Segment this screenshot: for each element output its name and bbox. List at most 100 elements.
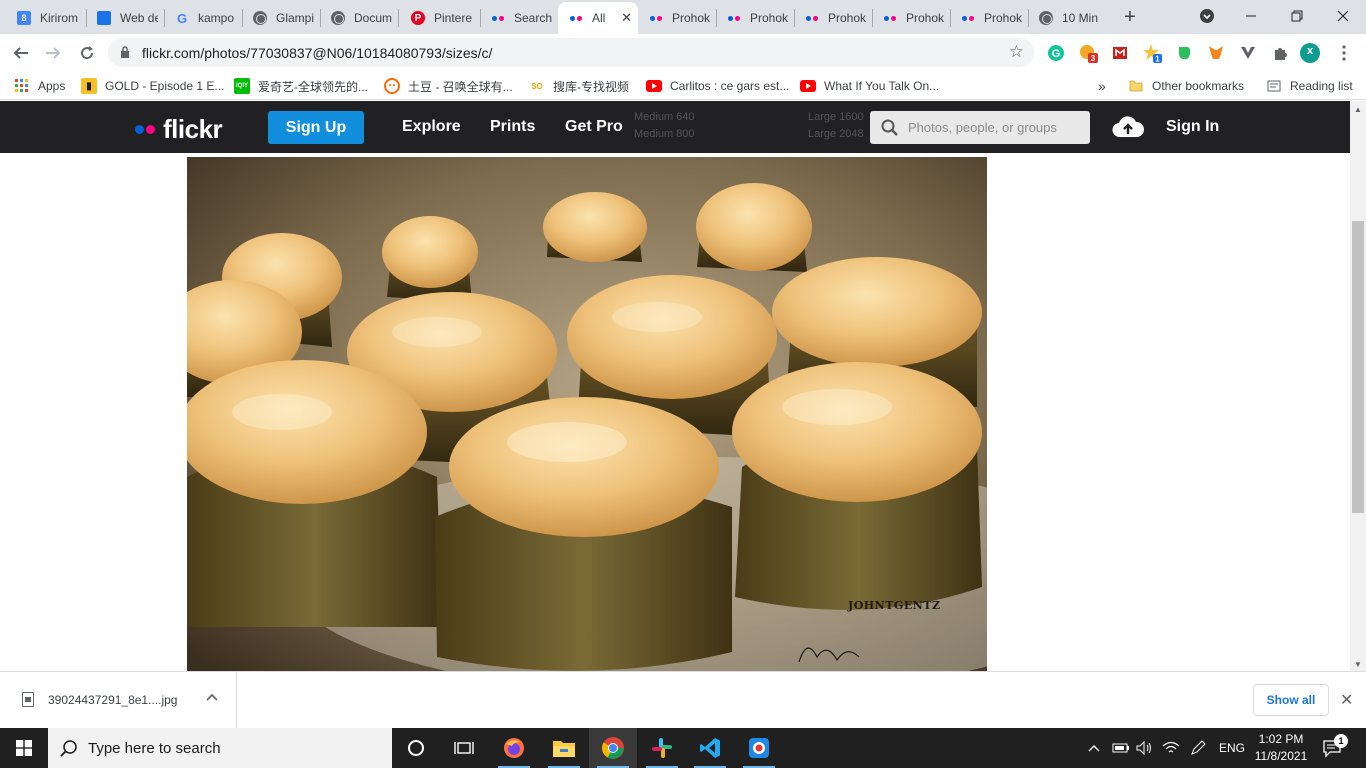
globe-icon [252, 10, 268, 26]
nav-get-pro[interactable]: Get Pro [565, 118, 623, 136]
bookmarks-overflow-button[interactable]: » [1098, 77, 1106, 95]
nav-explore[interactable]: Explore [402, 118, 461, 136]
profile-avatar[interactable]: x [1300, 43, 1320, 63]
show-all-downloads-button[interactable]: Show all [1253, 684, 1329, 716]
tab-10min[interactable]: 10 Min [1028, 4, 1108, 32]
address-bar[interactable]: flickr.com/photos/77030837@N06/101840807… [108, 38, 1034, 67]
screen-recorder-taskbar-button[interactable] [735, 728, 783, 768]
notification-badge: 1 [1334, 734, 1348, 748]
browser-toolbar: flickr.com/photos/77030837@N06/101840807… [0, 34, 1366, 71]
extension-v-icon[interactable] [1238, 43, 1258, 63]
metamask-fox-icon[interactable] [1206, 43, 1226, 63]
restore-button[interactable] [1274, 0, 1320, 32]
flickr-blue-dot [135, 125, 144, 134]
taskbar-search-box[interactable]: Type here to search [48, 728, 392, 768]
tab-pinterest[interactable]: P Pintere [400, 4, 480, 32]
grammarly-icon[interactable]: G [1046, 43, 1066, 63]
new-tab-button[interactable]: + [1118, 6, 1142, 30]
vscode-taskbar-button[interactable] [686, 728, 734, 768]
upload-cloud-icon[interactable] [1112, 115, 1144, 139]
flickr-header: flickr Sign Up Explore Prints Get Pro Me… [0, 101, 1350, 153]
forward-button[interactable] [40, 40, 66, 66]
bookmark-what-if[interactable]: What If You Talk On... [800, 77, 939, 95]
bookmark-carlitos[interactable]: Carlitos : ce gars est... [646, 77, 789, 95]
tab-all-active[interactable]: All ✕ [558, 2, 638, 34]
sign-in-link[interactable]: Sign In [1166, 118, 1219, 136]
tab-glamping[interactable]: Glampi [242, 4, 320, 32]
tab-prohok-5[interactable]: Prohok [950, 4, 1028, 32]
back-button[interactable] [8, 40, 34, 66]
tab-web[interactable]: Web de [86, 4, 164, 32]
close-tab-icon[interactable]: ✕ [621, 10, 632, 26]
nav-prints[interactable]: Prints [490, 118, 535, 136]
extension-star-icon[interactable]: 1 [1142, 43, 1162, 63]
close-shelf-icon[interactable]: ✕ [1340, 690, 1353, 710]
extension-red-icon[interactable] [1110, 43, 1130, 63]
size-large-1600: Large 1600 [808, 111, 864, 123]
close-window-button[interactable] [1320, 0, 1366, 32]
tab-search[interactable]: Search [480, 4, 558, 32]
tab-prohok-2[interactable]: Prohok [716, 4, 794, 32]
show-hidden-icons-button[interactable] [1088, 728, 1100, 768]
size-medium-640: Medium 640 [634, 111, 695, 123]
taskbar-clock[interactable]: 1:02 PM 11/8/2021 [1250, 731, 1312, 765]
flickr-logo[interactable]: flickr [135, 114, 223, 145]
start-button[interactable] [0, 728, 48, 768]
download-shelf: 39024437291_8e1....jpg Show all ✕ [0, 671, 1366, 729]
sign-up-button[interactable]: Sign Up [268, 111, 364, 144]
calendar-icon: 8 [16, 10, 32, 26]
volume-icon[interactable] [1136, 728, 1154, 768]
search-placeholder: Photos, people, or groups [908, 120, 1057, 135]
gold-icon: ▮ [81, 78, 97, 94]
reading-list-button[interactable]: Reading list [1266, 77, 1353, 95]
google-icon: G [176, 10, 188, 26]
bookmark-gold[interactable]: ▮ GOLD - Episode 1 E... [81, 77, 224, 95]
tab-kirirom[interactable]: 8 Kirirom [6, 4, 86, 32]
url-text[interactable]: flickr.com/photos/77030837@N06/101840807… [142, 45, 492, 61]
chrome-menu-icon[interactable] [1334, 43, 1354, 63]
bookmark-iqiyi[interactable]: iQIY 爱奇艺-全球领先的... [234, 77, 368, 95]
scroll-down-arrow-icon[interactable]: ▼ [1354, 660, 1362, 669]
pen-ink-icon[interactable] [1190, 728, 1206, 768]
image-file-icon [22, 692, 34, 707]
tab-prohok-4[interactable]: Prohok [872, 4, 950, 32]
svg-text:1: 1 [1155, 55, 1160, 64]
bookmark-tudou[interactable]: 土豆 - 召唤全球有... [384, 77, 513, 95]
task-view-icon [454, 742, 474, 754]
tab-prohok-1[interactable]: Prohok [638, 4, 716, 32]
minimize-button[interactable] [1228, 0, 1274, 32]
bookmark-soku[interactable]: SO 搜库-专找视频 [529, 77, 629, 95]
tab-kampot[interactable]: G kampo [164, 4, 242, 32]
evernote-icon[interactable] [1174, 43, 1194, 63]
wifi-icon[interactable] [1162, 728, 1180, 768]
flickr-search-box[interactable]: Photos, people, or groups [870, 111, 1090, 144]
battery-icon[interactable] [1112, 728, 1130, 768]
scrollbar-thumb[interactable] [1352, 221, 1364, 513]
pinterest-icon: P [410, 10, 426, 26]
file-explorer-taskbar-button[interactable] [540, 728, 588, 768]
task-view-button[interactable] [440, 728, 488, 768]
download-item[interactable]: 39024437291_8e1....jpg [0, 672, 237, 729]
chrome-taskbar-button[interactable] [589, 728, 637, 768]
scroll-up-arrow-icon[interactable]: ▲ [1354, 105, 1362, 114]
chevron-up-icon[interactable] [206, 690, 218, 704]
firefox-taskbar-button[interactable] [490, 728, 538, 768]
iqiyi-icon: iQIY [234, 78, 250, 94]
extensions-puzzle-icon[interactable] [1270, 43, 1290, 63]
bookmark-star-icon[interactable]: ☆ [1009, 42, 1024, 62]
slack-taskbar-button[interactable] [638, 728, 686, 768]
reload-button[interactable] [74, 40, 100, 66]
bookmarks-bar: Apps ▮ GOLD - Episode 1 E... iQIY 爱奇艺-全球… [0, 71, 1366, 100]
extension-orange-icon[interactable]: 3 [1078, 43, 1098, 63]
tab-document[interactable]: Docum [320, 4, 398, 32]
chevron-up-icon [1088, 745, 1100, 752]
tab-search-button[interactable] [1184, 0, 1230, 32]
soku-icon: SO [529, 78, 545, 94]
tab-prohok-3[interactable]: Prohok [794, 4, 872, 32]
page-scrollbar[interactable]: ▲ ▼ [1350, 101, 1366, 671]
input-language-button[interactable]: ENG [1219, 728, 1245, 768]
clock-date: 11/8/2021 [1254, 749, 1308, 763]
bookmark-apps[interactable]: Apps [14, 77, 65, 95]
cortana-button[interactable] [392, 728, 440, 768]
other-bookmarks-folder[interactable]: Other bookmarks [1128, 77, 1244, 95]
